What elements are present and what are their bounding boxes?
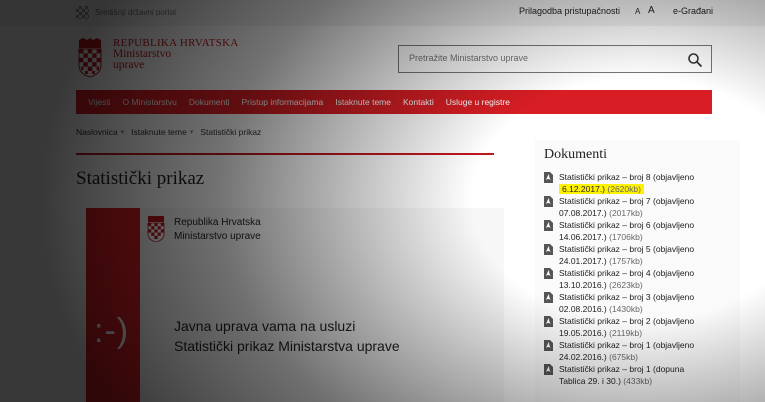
nav-item-featured[interactable]: Istaknute teme <box>335 97 391 107</box>
document-title: Statistički prikaz – broj 8 (objavljeno <box>559 172 695 182</box>
document-date: 13.10.2016.) <box>559 280 607 290</box>
banner-org-line2: Ministarstvo uprave <box>174 231 261 242</box>
pdf-file-icon <box>544 268 553 279</box>
top-bar: Središnji državni portal Prilagodba pris… <box>0 0 765 26</box>
document-date-highlighted: 6.12.2017.) (2620kb) <box>559 184 644 194</box>
document-date: 6.12.2017.) <box>562 184 606 194</box>
banner-tagline: Javna uprava vama na usluzi Statistički … <box>174 316 400 356</box>
logo-text: REPUBLIKA HRVATSKA Ministarstvo uprave <box>113 38 239 78</box>
document-title: Statistički prikaz – broj 6 (objavljeno <box>559 220 695 230</box>
document-link[interactable]: Statistički prikaz – broj 1 (dopuna Tabli… <box>544 363 734 387</box>
pdf-file-icon <box>544 244 553 255</box>
breadcrumb: Naslovnica ▾ Istaknute teme ▾ Statističk… <box>76 127 261 137</box>
pdf-file-icon <box>544 316 553 327</box>
main-nav: Vijesti O Ministarstvu Dokumenti Pristup… <box>76 90 712 114</box>
document-title: Statistički prikaz – broj 3 (objavljeno <box>559 292 695 302</box>
documents-heading: Dokumenti <box>544 147 607 162</box>
title-divider <box>76 153 494 155</box>
document-size: (433kb) <box>623 376 653 386</box>
banner-tagline-line1: Javna uprava vama na usluzi <box>174 318 356 334</box>
document-link[interactable]: Statistički prikaz – broj 1 (objavljeno 2… <box>544 339 734 363</box>
pdf-file-icon <box>544 340 553 351</box>
document-date: 14.06.2017.) <box>559 232 607 242</box>
accessibility-link[interactable]: Prilagodba pristupačnosti <box>519 6 620 16</box>
document-link[interactable]: Statistički prikaz – broj 8 (objavljeno 6… <box>544 171 734 195</box>
banner-red-strip <box>86 208 140 402</box>
portal-label: Središnji državni portal <box>95 8 176 17</box>
font-small-button[interactable]: A <box>635 7 640 16</box>
document-title: Statistički prikaz – broj 4 (objavljeno <box>559 268 695 278</box>
pdf-file-icon <box>544 364 553 375</box>
font-large-button[interactable]: A <box>648 5 655 16</box>
document-title: Statistički prikaz – broj 1 (dopuna <box>559 364 685 374</box>
document-link[interactable]: Statistički prikaz – broj 3 (objavljeno 0… <box>544 291 734 315</box>
page-title: Statistički prikaz <box>76 168 205 189</box>
portal-link[interactable]: Središnji državni portal <box>76 6 176 19</box>
nav-item-access-info[interactable]: Pristup informacijama <box>242 97 324 107</box>
coat-of-arms-icon <box>147 216 165 242</box>
document-size: (1430kb) <box>609 304 643 314</box>
pdf-file-icon <box>544 172 553 183</box>
banner-org: Republika Hrvatska Ministarstvo uprave <box>174 216 261 244</box>
e-citizens-link[interactable]: e-Građani <box>673 6 713 16</box>
checker-icon <box>76 6 89 19</box>
document-title: Statistički prikaz – broj 2 (objavljeno <box>559 316 695 326</box>
coat-of-arms-icon <box>78 38 102 78</box>
document-link[interactable]: Statistički prikaz – broj 6 (objavljeno 1… <box>544 219 734 243</box>
document-date: 24.01.2017.) <box>559 256 607 266</box>
document-size: (2623kb) <box>609 280 643 290</box>
search-input[interactable] <box>407 52 681 64</box>
document-size: (1757kb) <box>609 256 643 266</box>
nav-item-about[interactable]: O Ministarstvu <box>123 97 177 107</box>
breadcrumb-current: Statistički prikaz <box>200 127 262 137</box>
document-date: 07.08.2017.) <box>559 208 607 218</box>
nav-item-registry-services[interactable]: Usluge u registre <box>446 97 510 107</box>
document-date: Tablica 29. i 30.) <box>559 376 621 386</box>
document-size: (1706kb) <box>609 232 643 242</box>
document-link[interactable]: Statistički prikaz – broj 7 (objavljeno 0… <box>544 195 734 219</box>
breadcrumb-home[interactable]: Naslovnica <box>76 127 118 137</box>
pdf-file-icon <box>544 292 553 303</box>
document-date: 24.02.2016.) <box>559 352 607 362</box>
document-size: (2017kb) <box>609 208 643 218</box>
search-icon[interactable] <box>687 52 703 68</box>
document-size: (2620kb) <box>607 184 641 194</box>
search-box <box>398 45 712 73</box>
pdf-file-icon <box>544 220 553 231</box>
document-link[interactable]: Statistički prikaz – broj 4 (objavljeno 1… <box>544 267 734 291</box>
document-size: (675kb) <box>609 352 638 362</box>
banner-image: :-) Republika Hrvatska Ministarstvo upra… <box>86 208 504 402</box>
document-date: 02.08.2016.) <box>559 304 607 314</box>
document-title: Statistički prikaz – broj 5 (objavljeno <box>559 244 695 254</box>
document-title: Statistički prikaz – broj 1 (objavljeno <box>559 340 695 350</box>
document-size: (2119kb) <box>609 328 643 338</box>
document-date: 19.05.2016.) <box>559 328 607 338</box>
banner-tagline-line2: Statistički prikaz Ministarstva uprave <box>174 338 400 354</box>
logo-line-administration: uprave <box>113 59 145 71</box>
chevron-down-icon: ▾ <box>120 129 125 136</box>
chevron-down-icon: ▾ <box>189 129 194 136</box>
document-link[interactable]: Statistički prikaz – broj 5 (objavljeno 2… <box>544 243 734 267</box>
breadcrumb-featured[interactable]: Istaknute teme <box>131 127 187 137</box>
banner-org-line1: Republika Hrvatska <box>174 217 261 228</box>
site-logo[interactable]: REPUBLIKA HRVATSKA Ministarstvo uprave <box>76 38 239 78</box>
document-link[interactable]: Statistički prikaz – broj 2 (objavljeno 1… <box>544 315 734 339</box>
nav-item-contacts[interactable]: Kontakti <box>403 97 434 107</box>
pdf-file-icon <box>544 196 553 207</box>
documents-panel: Dokumenti Statistički prikaz – broj 8 (o… <box>535 140 740 402</box>
nav-item-documents[interactable]: Dokumenti <box>189 97 230 107</box>
nav-item-news[interactable]: Vijesti <box>88 97 111 107</box>
banner-smiley: :-) <box>94 312 130 350</box>
document-title: Statistički prikaz – broj 7 (objavljeno <box>559 196 695 206</box>
